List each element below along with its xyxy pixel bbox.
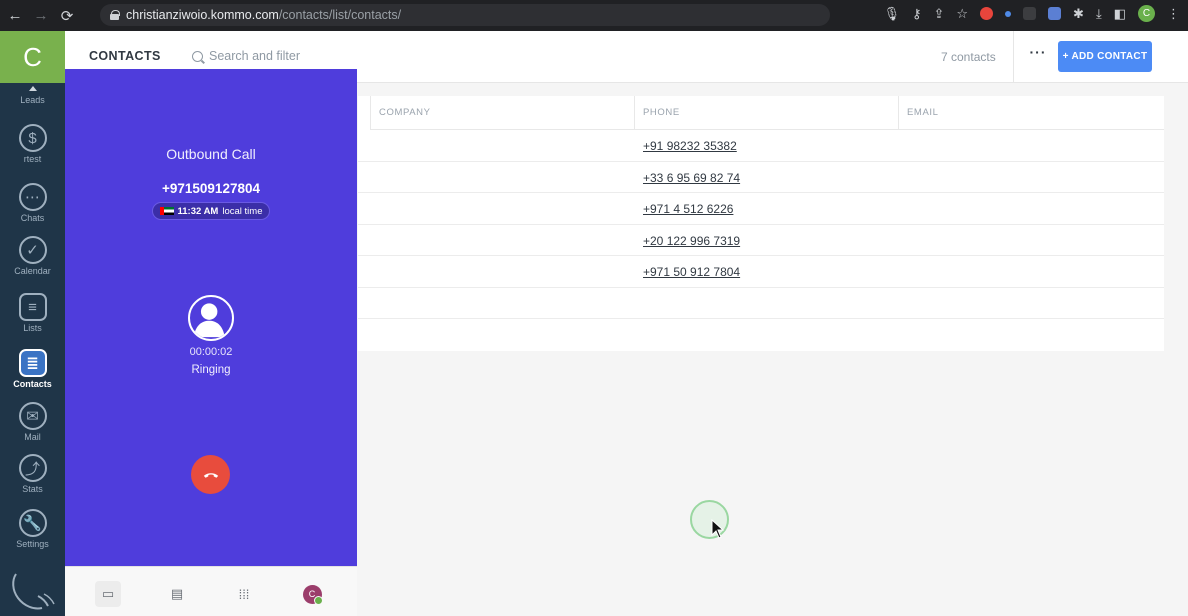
profile-avatar[interactable]: C [1138,5,1155,22]
sidebar-item-label: rtest [23,154,42,164]
search-placeholder: Search and filter [209,49,301,63]
sidebar-item-stats[interactable]: ⤴ Stats [0,454,65,494]
address-book-icon: ▤ [170,586,184,601]
column-header-email[interactable]: EMAIL [898,96,1164,130]
column-header-company[interactable]: COMPANY [370,96,634,130]
extension-translate-icon[interactable] [1048,7,1062,20]
dialpad-icon: ⁞⁞⁞ [238,586,250,602]
sidebar-item-chats[interactable]: ⋯ Chats [0,183,65,223]
app-sidebar: C Leads $ rtest ⋯ Chats ✓ Calendar ≡ Lis… [0,31,65,616]
caller-avatar-icon [188,295,234,341]
table-row[interactable]: +91 98232 35382 [358,130,1164,162]
call-status: Ringing [191,364,231,376]
list-icon: ≡ [18,293,47,321]
stats-icon: ⤴ [18,454,47,482]
sidebar-item-label: Lists [23,323,42,333]
download-icon[interactable]: ⤓ [1096,6,1102,22]
chat-tab-button[interactable]: ▭ [95,581,121,607]
uae-flag-icon [159,207,174,215]
call-footer-toolbar: ▭ ▤ ⁞⁞⁞ C [65,566,357,616]
account-logo[interactable]: C [0,31,65,83]
leads-arrow-icon [28,86,37,91]
contacts-count: 7 contacts [941,50,996,64]
sidebar-item-label: Settings [16,539,49,549]
local-time-suffix: local time [222,205,263,217]
sidebar-item-lists[interactable]: ≡ Lists [0,293,65,333]
table-row[interactable]: +33 6 95 69 82 74 [358,162,1164,193]
contacts-table: COMPANY PHONE EMAIL +91 98232 35382 +33 … [358,96,1164,351]
phone-hangup-icon [203,472,218,478]
sidebar-item-label: Chats [20,213,45,223]
phone-link[interactable]: +20 122 996 7319 [643,234,740,248]
dialpad-tab-button[interactable]: ⁞⁞⁞ [231,581,257,607]
sidebar-item-label: Leads [20,95,45,105]
star-icon[interactable]: ☆ [956,6,968,22]
sidebar-item-mail[interactable]: ✉ Mail [0,402,65,442]
share-icon[interactable]: ⇪ [933,6,944,22]
forward-icon[interactable]: → [30,5,52,27]
extension-grey-icon[interactable] [1023,7,1037,20]
contacts-icon: ≣ [18,349,47,377]
extensions-area: 🎙 ⚷ ⇪ ☆ ✱ ⤓ ◧ C ⋮ [883,5,1180,22]
wrench-icon: 🔧 [18,509,47,537]
puzzle-icon[interactable]: ✱ [1073,6,1084,22]
table-row[interactable] [358,319,1164,351]
phone-link[interactable]: +971 4 512 6226 [643,202,733,216]
phone-link[interactable]: +971 50 912 7804 [643,265,740,279]
sidebar-item-leads[interactable]: Leads [0,86,65,105]
mouse-cursor-icon [711,519,725,539]
message-icon: ▭ [101,586,115,601]
search-icon [192,50,203,62]
add-contact-button[interactable]: + ADD CONTACT [1058,41,1152,72]
sidebar-item-label: Stats [22,484,43,494]
sidebar-item-contacts[interactable]: ≣ Contacts [0,349,65,389]
url-host: christianziwoio.kommo.com [126,8,279,22]
reload-icon[interactable]: ⟳ [56,5,78,27]
call-timer: 00:00:02 [189,346,233,358]
check-icon: ✓ [18,236,47,264]
sidebar-item-settings[interactable]: 🔧 Settings [0,509,65,549]
table-row[interactable]: +971 4 512 6226 [358,193,1164,225]
phone-link[interactable]: +91 98232 35382 [643,139,737,153]
url-path: /contacts/list/contacts/ [278,8,402,22]
more-options-button[interactable]: ··· [1028,44,1048,64]
contacts-tab-button[interactable]: ▤ [164,581,190,607]
header-divider [1013,31,1014,83]
extension-blue-dot-icon[interactable] [1005,10,1012,17]
sidebar-item-label: Contacts [13,379,52,389]
browser-toolbar: ← → ⟳ christianziwoio.kommo.com/contacts… [0,0,1188,31]
dollar-icon: $ [18,124,47,152]
local-time-badge: 11:32 AM local time [152,202,270,220]
extension-red-icon[interactable] [980,7,994,20]
key-icon[interactable]: ⚷ [912,6,922,22]
back-icon[interactable]: ← [4,5,26,27]
call-title: Outbound Call [166,146,256,162]
chat-icon: ⋯ [18,183,47,211]
page-title: CONTACTS [89,49,161,63]
address-bar[interactable]: christianziwoio.kommo.com/contacts/list/… [100,4,830,26]
phone-link[interactable]: +33 6 95 69 82 74 [643,171,740,185]
table-row[interactable]: +971 50 912 7804 [358,256,1164,288]
local-time-value: 11:32 AM [177,205,219,217]
sidebar-item-label: Calendar [14,266,51,276]
telephony-icon[interactable] [8,568,58,612]
sidebar-item-calendar[interactable]: ✓ Calendar [0,236,65,276]
search-input[interactable]: Search and filter [192,49,300,63]
user-avatar: C [302,584,323,605]
call-number: +971509127804 [162,181,260,196]
column-header-phone[interactable]: PHONE [634,96,898,130]
profile-tab-button[interactable]: C [299,581,325,607]
sidepanel-icon[interactable]: ◧ [1114,6,1126,22]
mail-icon: ✉ [18,402,47,430]
table-row[interactable] [358,288,1164,319]
table-row[interactable]: +20 122 996 7319 [358,225,1164,256]
menu-icon[interactable]: ⋮ [1167,6,1180,22]
sidebar-item-label: Mail [24,432,41,442]
outbound-call-panel: Outbound Call +971509127804 11:32 AM loc… [65,69,357,566]
sidebar-item-rtest[interactable]: $ rtest [0,124,65,164]
mic-icon[interactable]: 🎙 [883,6,900,22]
hangup-button[interactable] [191,455,230,494]
lock-icon [110,10,120,20]
